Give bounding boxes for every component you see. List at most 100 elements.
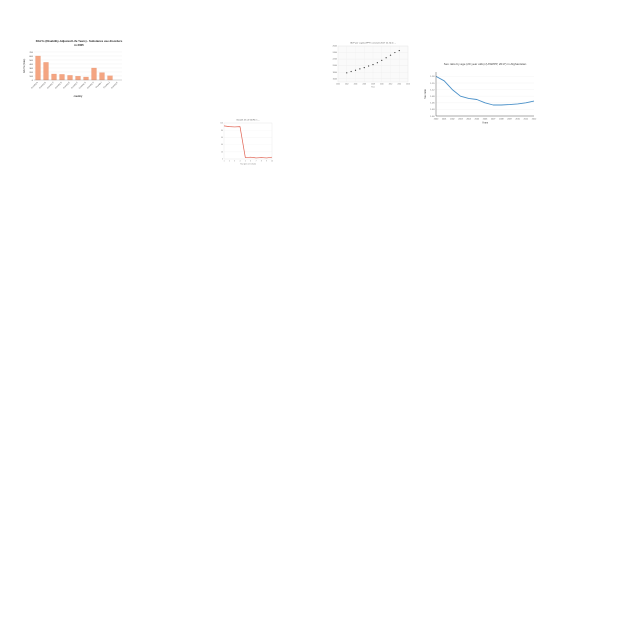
x-tick-label: 8 xyxy=(261,160,262,162)
x-tick-label: 2011 xyxy=(524,118,529,120)
scatter-point xyxy=(359,68,361,70)
y-tick-label: 100 xyxy=(220,123,223,125)
bar xyxy=(83,76,89,81)
scatter-point xyxy=(372,64,374,66)
y-tick-label: 100 xyxy=(29,76,33,78)
y-tick-label: 18000 xyxy=(333,72,338,74)
x-tick-label: 2002 xyxy=(450,118,455,120)
bar xyxy=(43,62,49,81)
x-tick-label: Country H xyxy=(86,81,95,90)
x-tick-label: 2003 xyxy=(458,118,463,120)
y-tick-label: 1.18 xyxy=(430,76,435,78)
y-axis-label: DALYs (Rate) xyxy=(23,59,26,74)
x-tick-label: 9 xyxy=(266,160,267,162)
x-tick-label: 2010 xyxy=(380,84,384,86)
y-tick-label: 1.03 xyxy=(430,109,435,111)
y-tick-label: 20 xyxy=(221,151,223,153)
dalys-bar-chart-svg: DALYs (Disability-Adjusted Life Years) -… xyxy=(23,39,123,98)
x-tick-label: 2001 xyxy=(442,118,447,120)
scatter-point xyxy=(354,69,357,71)
x-tick-label: 2007 xyxy=(491,118,496,120)
y-tick-label: 40 xyxy=(221,144,223,146)
x-tick-label: 2002 xyxy=(345,84,349,86)
chart-subtitle: in 2005 xyxy=(74,43,84,47)
x-tick-label: 2016 xyxy=(406,84,410,86)
chart-title: Growth (% of GDP) in ... xyxy=(236,119,260,122)
x-axis-label: country xyxy=(74,95,83,98)
y-axis-label: Sex ratio xyxy=(424,89,427,99)
bar xyxy=(75,76,81,81)
y-tick-label: 60 xyxy=(221,137,223,139)
x-tick-label: 2008 xyxy=(499,118,504,120)
x-tick-label: Country G xyxy=(78,81,87,90)
x-tick-label: Country I xyxy=(95,81,103,89)
y-tick-label: 0 xyxy=(222,159,223,161)
scatter-point xyxy=(350,70,352,73)
sex-ratio-line-chart-svg: Sex ratio by age (20 year olds) (UNWPP, … xyxy=(424,62,537,125)
x-tick-label: 2004 xyxy=(354,84,358,86)
bar xyxy=(51,73,57,81)
bar xyxy=(59,74,65,81)
scatter-point xyxy=(381,59,383,61)
x-tick-label: 2005 xyxy=(475,118,480,120)
bar xyxy=(67,75,73,81)
scatter-point xyxy=(346,72,348,74)
growth-line-chart: Growth (% of GDP) in ... 0 20 40 60 80 100 1 2 3 4… xyxy=(212,117,276,167)
y-tick-label: 300 xyxy=(29,68,33,70)
series-line xyxy=(435,76,535,106)
x-tick-label: 2012 xyxy=(389,84,393,86)
y-tick-label: 1.12 xyxy=(430,89,435,91)
y-tick-label: 400 xyxy=(29,64,33,66)
x-tick-label: Country E xyxy=(62,81,71,90)
scatter-point xyxy=(368,65,370,67)
scatter-point xyxy=(398,49,400,52)
y-tick-label: 80 xyxy=(221,130,223,132)
y-tick-label: 600 xyxy=(29,56,33,58)
y-tick-label: 22000 xyxy=(333,59,338,61)
x-axis-label: Year (per cent share) xyxy=(240,162,256,165)
x-tick-label: 2008 xyxy=(371,84,375,86)
x-axis-label: Years xyxy=(482,122,489,125)
x-tick-label: Country K xyxy=(110,81,119,90)
x-tick-label: 2009 xyxy=(507,118,512,120)
x-tick-label: 2000 xyxy=(336,84,340,86)
x-axis-label: Year xyxy=(371,86,375,88)
y-tick-label: 1.15 xyxy=(430,83,435,85)
x-tick-label: Country D xyxy=(54,81,63,90)
scatter-point xyxy=(363,67,365,69)
y-tick-label: 700 xyxy=(29,52,33,54)
bar xyxy=(107,75,113,81)
bar xyxy=(99,72,105,81)
dalys-bar-chart: DALYs (Disability-Adjusted Life Years) -… xyxy=(22,38,128,104)
chart-title: GDP per capita (PPP, constant 2017 int. … xyxy=(350,42,397,45)
x-tick-label: 6 xyxy=(250,160,251,162)
x-tick-label: 2 xyxy=(229,160,230,162)
y-tick-label: 1.09 xyxy=(430,96,435,98)
bar xyxy=(91,67,97,81)
x-tick-label: 2004 xyxy=(466,118,471,120)
x-tick-label: 7 xyxy=(256,160,257,162)
chart-title: Sex ratio by age (20 year olds) (UNWPP, … xyxy=(444,62,527,66)
x-tick-label: 2006 xyxy=(483,118,488,120)
y-tick-label: 26000 xyxy=(333,46,338,48)
plot-area xyxy=(223,122,273,160)
x-tick-label: 4 xyxy=(240,160,241,162)
x-tick-label: 2012 xyxy=(532,118,537,120)
x-tick-label: Country J xyxy=(103,81,111,89)
y-tick-label: 200 xyxy=(29,72,33,74)
x-tick-label: 2010 xyxy=(515,118,520,120)
x-tick-label: 2000 xyxy=(434,118,439,120)
gdp-scatter-chart-svg: GDP per capita (PPP, constant 2017 int. … xyxy=(333,42,410,89)
scatter-point xyxy=(389,54,392,56)
x-tick-label: 1 xyxy=(224,160,225,162)
y-tick-label: 1.06 xyxy=(430,103,435,105)
y-tick-label: 16000 xyxy=(333,78,338,80)
growth-line-chart-svg: Growth (% of GDP) in ... 0 20 40 60 80 100 1 2 3 4… xyxy=(220,119,273,166)
scatter-point xyxy=(376,62,378,64)
y-tick-label: 0 xyxy=(32,80,34,82)
y-tick-label: 20000 xyxy=(333,65,338,67)
x-tick-label: 5 xyxy=(245,160,246,162)
x-tick-label: 2014 xyxy=(397,84,401,86)
sex-ratio-line-chart: Sex ratio by age (20 year olds) (UNWPP, … xyxy=(418,60,542,132)
gdp-scatter-chart: GDP per capita (PPP, constant 2017 int. … xyxy=(326,40,412,89)
